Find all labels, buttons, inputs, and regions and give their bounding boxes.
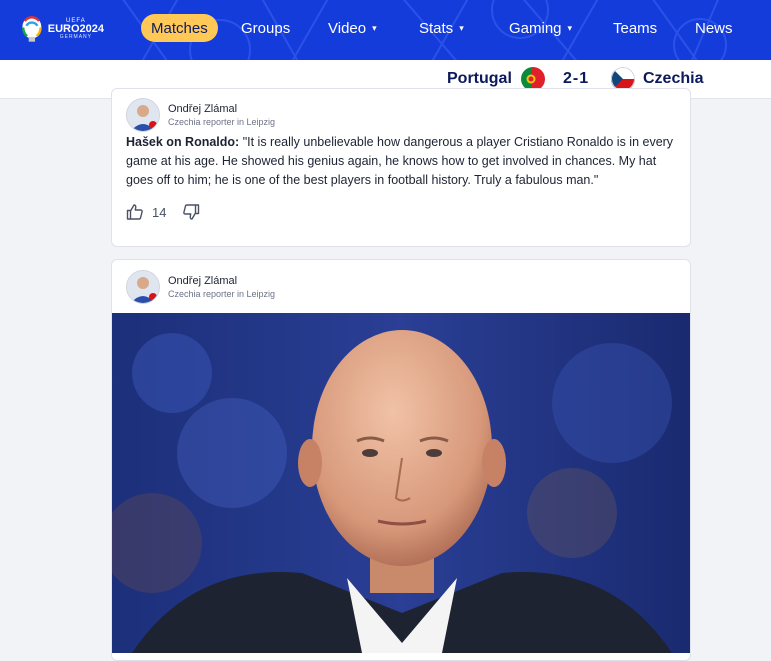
author-name: Ondřej Zlámal xyxy=(168,275,238,287)
nav-item-label: Gaming xyxy=(509,19,562,37)
nav-item-matches[interactable]: Matches xyxy=(141,14,218,42)
euro-trophy-icon xyxy=(21,16,42,42)
logo-host: GERMANY xyxy=(59,34,92,40)
nav-item-label: Stats xyxy=(419,19,454,37)
nav-item-label: Groups xyxy=(241,19,291,37)
thumbs-up-icon[interactable] xyxy=(126,203,144,221)
nav-item-news[interactable]: News xyxy=(695,14,733,42)
post-reactions: 14 xyxy=(126,203,200,221)
author-name: Ondřej Zlámal xyxy=(168,103,238,115)
chevron-down-icon: ▾ xyxy=(567,22,573,33)
avatar xyxy=(126,270,160,304)
nav-item-label: News xyxy=(695,19,733,37)
live-post-card: Ondřej Zlámal Czechia reporter in Leipzi… xyxy=(111,259,691,661)
nav-item-stats[interactable]: Stats ▾ xyxy=(419,14,464,42)
author-role: Czechia reporter in Leipzig xyxy=(168,289,276,299)
chevron-down-icon: ▾ xyxy=(459,22,464,33)
thumbs-down-icon[interactable] xyxy=(182,203,200,221)
nav-item-label: Teams xyxy=(613,19,658,37)
nav-item-teams[interactable]: Teams xyxy=(613,14,657,42)
nav-item-groups[interactable]: Groups xyxy=(241,14,290,42)
post-author: Ondřej Zlámal Czechia reporter in Leipzi… xyxy=(126,98,275,132)
live-post-card: Ondřej Zlámal Czechia reporter in Leipzi… xyxy=(111,88,691,247)
nav-item-video[interactable]: Video ▾ xyxy=(328,14,377,42)
like-count: 14 xyxy=(152,204,167,220)
euro2024-logo[interactable]: UEFA EURO2024 GERMANY xyxy=(20,9,104,49)
away-team-name: Czechia xyxy=(643,70,704,87)
post-speaker: Hašek on Ronaldo: xyxy=(126,135,240,149)
post-author: Ondřej Zlámal Czechia reporter in Leipzi… xyxy=(126,270,275,304)
nav-item-label: Matches xyxy=(151,19,208,37)
chevron-down-icon: ▾ xyxy=(372,22,377,33)
post-text: Hašek on Ronaldo: "It is really unbeliev… xyxy=(126,133,678,190)
author-role: Czechia reporter in Leipzig xyxy=(168,117,276,127)
nav-item-label: Video xyxy=(328,19,367,37)
top-navigation: UEFA EURO2024 GERMANY Matches Groups Vid… xyxy=(0,0,771,60)
avatar xyxy=(126,98,160,132)
post-photo xyxy=(112,313,690,653)
nav-item-gaming[interactable]: Gaming ▾ xyxy=(509,14,572,42)
home-team-name: Portugal xyxy=(447,70,512,87)
